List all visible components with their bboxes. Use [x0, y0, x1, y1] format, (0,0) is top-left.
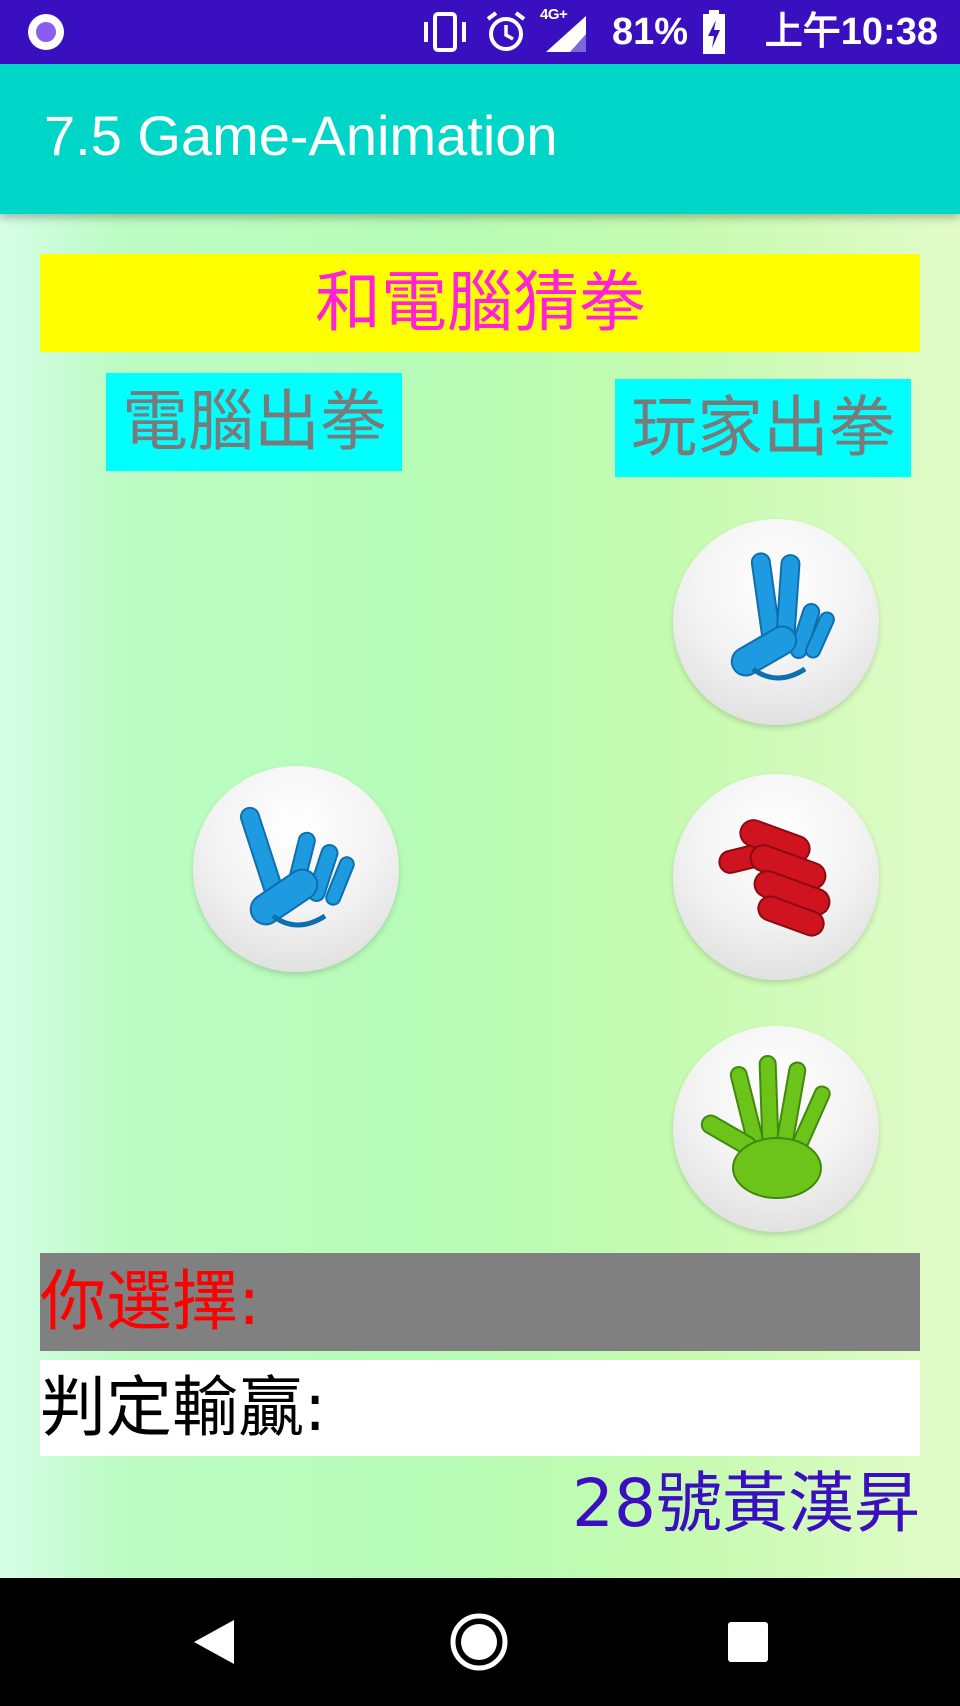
paper-button[interactable]: [673, 1026, 879, 1232]
recents-icon[interactable]: [718, 1612, 778, 1672]
status-bar: 4G+ 81% 上午10:38: [0, 0, 960, 64]
navigation-bar: [0, 1578, 960, 1706]
clock: 上午10:38: [764, 11, 938, 53]
vibrate-icon: [424, 12, 466, 52]
choice-display: 你選擇:: [40, 1253, 920, 1351]
home-icon[interactable]: [449, 1612, 509, 1672]
rock-button[interactable]: [673, 774, 879, 980]
battery-charging-icon: [703, 10, 725, 54]
screen: 4G+ 81% 上午10:38 7.5 Game-Animation 和電腦猜拳…: [0, 0, 960, 1706]
game-content: 和電腦猜拳 電腦出拳 玩家出拳 你選擇: 判定輸贏: 28號黃漢昇: [0, 214, 960, 1578]
scissors-button[interactable]: [673, 519, 879, 725]
paper-icon: [700, 1055, 831, 1199]
player-label: 玩家出拳: [615, 379, 911, 477]
scissors-icon: [730, 552, 835, 681]
back-icon[interactable]: [184, 1612, 244, 1672]
app-bar: 7.5 Game-Animation: [0, 64, 960, 214]
computer-label: 電腦出拳: [106, 373, 402, 471]
rock-icon: [718, 819, 831, 937]
app-title: 7.5 Game-Animation: [44, 104, 558, 167]
author-label: 28號黃漢昇: [572, 1465, 920, 1542]
notification-dot-icon: [28, 14, 64, 50]
signal-icon: [546, 16, 586, 52]
alarm-icon: [486, 11, 526, 51]
scissors-icon: [239, 806, 355, 928]
battery-percentage: 81%: [612, 11, 689, 53]
computer-hand-image: [193, 766, 399, 972]
result-display: 判定輸贏:: [40, 1360, 920, 1456]
game-title: 和電腦猜拳: [40, 254, 920, 352]
